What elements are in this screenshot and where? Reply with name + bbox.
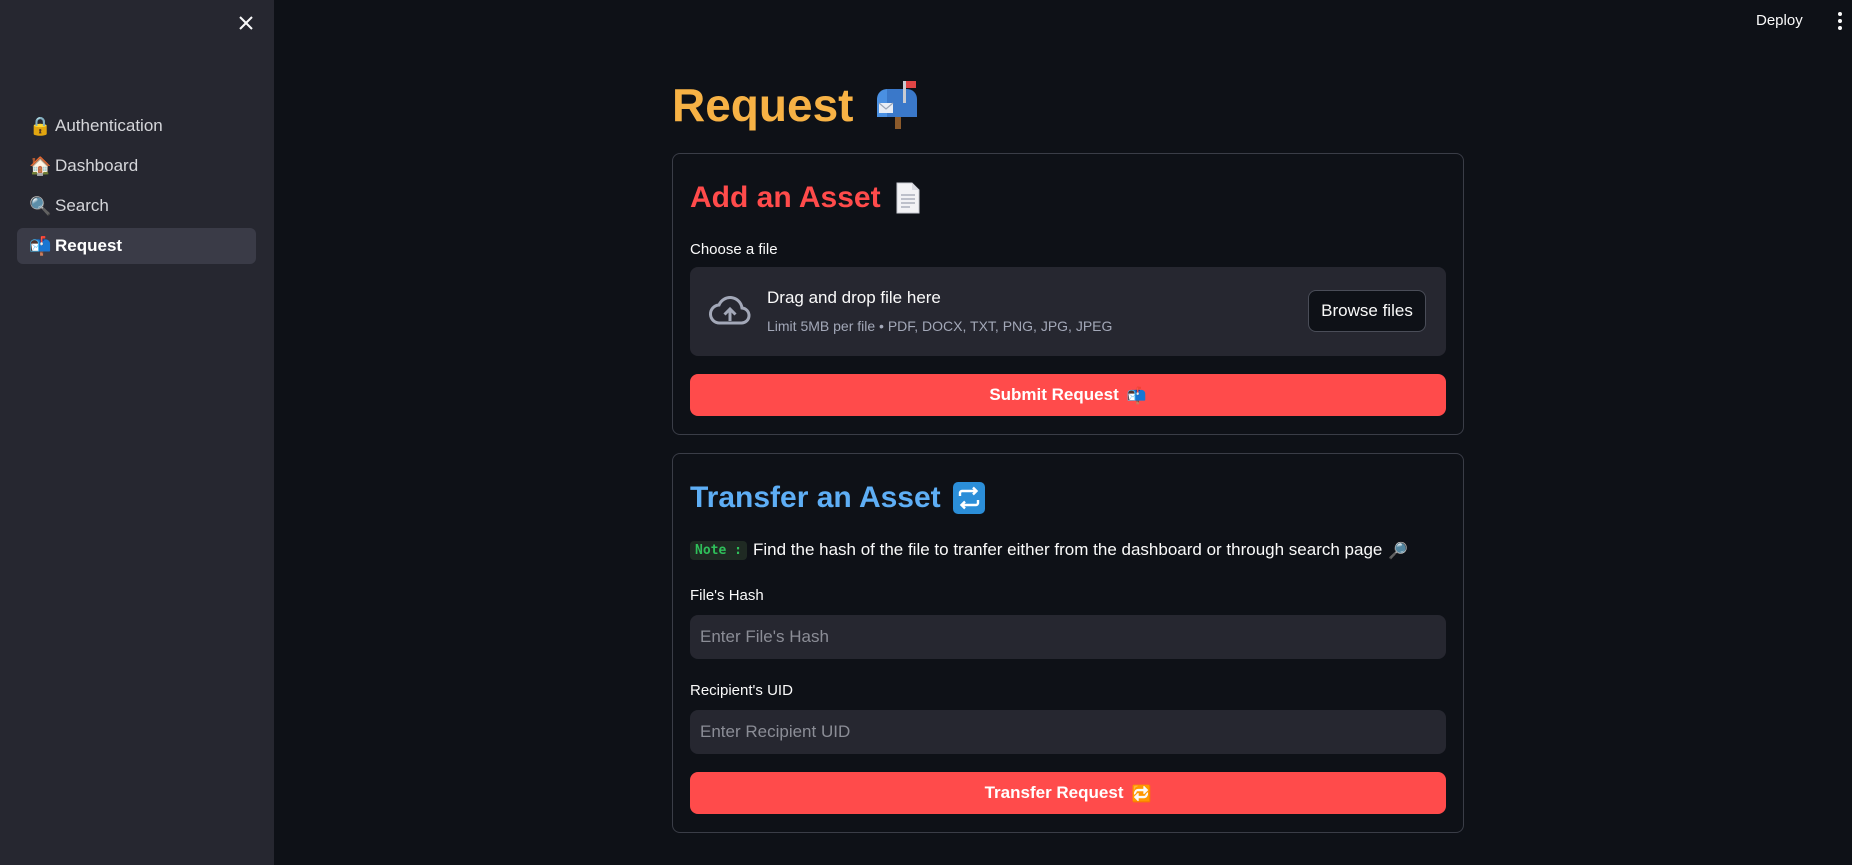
transfer-asset-heading-text: Transfer an Asset bbox=[690, 481, 941, 514]
file-hash-input[interactable] bbox=[690, 615, 1446, 659]
add-asset-card: Add an Asset Choose a file Drag and drop… bbox=[672, 153, 1464, 435]
dropzone-title: Drag and drop file here bbox=[767, 288, 941, 307]
submit-request-button[interactable]: Submit Request 📬 bbox=[690, 374, 1446, 416]
sidebar-item-label: Authentication bbox=[55, 116, 163, 135]
dropzone-limits: Limit 5MB per file • PDF, DOCX, TXT, PNG… bbox=[767, 318, 1113, 334]
transfer-asset-heading: Transfer an Asset bbox=[690, 481, 985, 515]
file-dropzone[interactable]: Drag and drop file here Limit 5MB per fi… bbox=[690, 267, 1446, 356]
transfer-request-label: Transfer Request bbox=[984, 783, 1124, 802]
main-menu-icon[interactable] bbox=[1836, 12, 1844, 32]
sidebar-item-dashboard[interactable]: 🏠 Dashboard bbox=[17, 148, 256, 184]
repeat-icon bbox=[952, 482, 985, 514]
lock-icon: 🔒 bbox=[29, 115, 52, 137]
magnifier-icon: 🔍 bbox=[29, 195, 52, 217]
mailbox-icon: 📬 bbox=[29, 235, 52, 257]
house-icon: 🏠 bbox=[29, 155, 52, 177]
repeat-icon: 🔁 bbox=[1131, 783, 1152, 803]
mailbox-icon bbox=[869, 79, 921, 131]
cloud-upload-icon bbox=[708, 293, 752, 329]
file-hash-label: File's Hash bbox=[690, 587, 764, 604]
sidebar-item-authentication[interactable]: 🔒 Authentication bbox=[17, 108, 256, 144]
transfer-asset-card: Transfer an Asset Note : Find the hash o… bbox=[672, 453, 1464, 833]
sidebar-item-request[interactable]: 📬 Request bbox=[17, 228, 256, 264]
mailbox-icon: 📬 bbox=[1126, 385, 1147, 405]
note-tag: Note : bbox=[690, 540, 747, 560]
recipient-uid-label: Recipient's UID bbox=[690, 682, 793, 699]
page-title-text: Request bbox=[672, 79, 854, 131]
recipient-uid-input[interactable] bbox=[690, 710, 1446, 754]
sidebar: 🔒 Authentication 🏠 Dashboard 🔍 Search 📬 … bbox=[0, 0, 274, 865]
page-title: Request bbox=[672, 78, 921, 132]
transfer-request-button[interactable]: Transfer Request 🔁 bbox=[690, 772, 1446, 814]
submit-request-label: Submit Request bbox=[989, 385, 1119, 404]
add-asset-heading-text: Add an Asset bbox=[690, 181, 881, 214]
transfer-note: Note : Find the hash of the file to tran… bbox=[690, 540, 1408, 560]
choose-file-label: Choose a file bbox=[690, 241, 778, 258]
magnifier-icon: 🔎 bbox=[1388, 540, 1409, 560]
document-icon bbox=[895, 182, 921, 214]
add-asset-heading: Add an Asset bbox=[690, 181, 921, 215]
sidebar-item-label: Request bbox=[55, 236, 123, 255]
close-sidebar-icon[interactable] bbox=[236, 13, 256, 33]
sidebar-item-search[interactable]: 🔍 Search bbox=[17, 188, 256, 224]
sidebar-item-label: Search bbox=[55, 196, 109, 215]
deploy-button[interactable]: Deploy bbox=[1756, 12, 1803, 29]
browse-files-button[interactable]: Browse files bbox=[1308, 290, 1426, 332]
sidebar-item-label: Dashboard bbox=[55, 156, 139, 175]
sidebar-nav: 🔒 Authentication 🏠 Dashboard 🔍 Search 📬 … bbox=[17, 108, 256, 268]
note-text: Find the hash of the file to tranfer eit… bbox=[752, 540, 1383, 559]
